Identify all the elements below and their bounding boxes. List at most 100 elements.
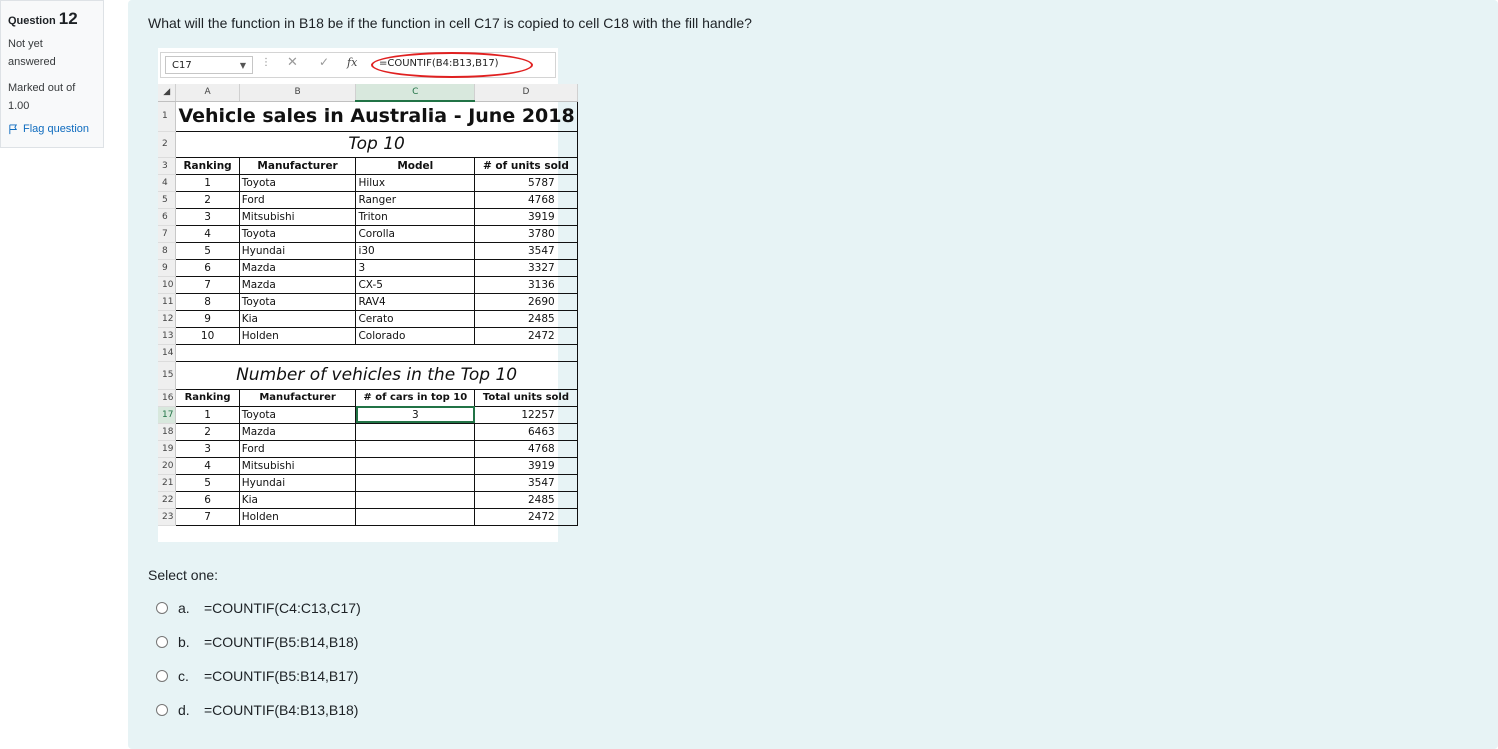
row-header: 23 xyxy=(158,508,177,526)
table-cell: 4 xyxy=(175,224,240,243)
table-cell: Ranger xyxy=(355,190,476,209)
table-row: 10 7 Mazda CX-5 3136 xyxy=(158,275,578,294)
question-label: Question xyxy=(8,15,56,27)
table-row: 23 7 Holden 2472 xyxy=(158,507,578,526)
select-all-corner: ◢ xyxy=(158,84,177,102)
table-cell xyxy=(355,507,476,526)
table-cell: Mitsubishi xyxy=(238,456,357,475)
option-c[interactable]: c. =COUNTIF(B5:B14,B17) xyxy=(156,668,358,684)
column-title: Manufacturer xyxy=(238,388,357,407)
row-header: 10 xyxy=(158,276,177,294)
table-cell: 5787 xyxy=(474,173,578,192)
spreadsheet-grid: ◢ A B C D 1 Vehicle sales in Australia -… xyxy=(158,84,578,526)
table-row: 15 Number of vehicles in the Top 10 xyxy=(158,360,578,390)
table-cell: Ford xyxy=(238,439,357,458)
table-row: 4 1 Toyota Hilux 5787 xyxy=(158,173,578,192)
table-cell: 3327 xyxy=(474,258,578,277)
table-row: 18 2 Mazda 6463 xyxy=(158,422,578,441)
table-cell: 3 xyxy=(355,258,476,277)
option-d[interactable]: d. =COUNTIF(B4:B13,B18) xyxy=(156,702,358,718)
flag-question-link[interactable]: Flag question xyxy=(8,123,96,135)
table-cell: 3919 xyxy=(474,207,578,226)
column-title: Model xyxy=(355,156,476,175)
table-cell xyxy=(355,473,476,492)
table-row: 22 6 Kia 2485 xyxy=(158,490,578,509)
excel-screenshot: C17 ▼ ⋮ ✕ ✓ fx =COUNTIF(B4:B13,B17) ◢ A B… xyxy=(158,48,578,542)
question-text: What will the function in B18 be if the … xyxy=(148,15,752,31)
row-header: 2 xyxy=(158,131,177,158)
table-cell: Cerato xyxy=(355,309,476,328)
option-b[interactable]: b. =COUNTIF(B5:B14,B18) xyxy=(156,634,358,650)
table-row: 6 3 Mitsubishi Triton 3919 xyxy=(158,207,578,226)
table-cell: 2485 xyxy=(474,490,578,509)
sheet-subtitle: Top 10 xyxy=(175,130,578,158)
table-cell xyxy=(355,439,476,458)
table-row: 13 10 Holden Colorado 2472 xyxy=(158,326,578,345)
radio-button[interactable] xyxy=(156,704,168,716)
option-a[interactable]: a. =COUNTIF(C4:C13,C17) xyxy=(156,600,361,616)
question-grade: Marked out of 1.00 xyxy=(8,79,96,115)
row-header: 11 xyxy=(158,293,177,311)
table-cell: 7 xyxy=(175,275,240,294)
table-cell: Holden xyxy=(238,507,357,526)
row-header: 5 xyxy=(158,191,177,209)
table-cell: 3 xyxy=(175,207,240,226)
top10-table-body: 4 1 Toyota Hilux 5787 5 2 Ford Ranger 4768 6 3 Mitsu… xyxy=(158,173,578,345)
column-title: # of units sold xyxy=(474,156,578,175)
table-cell: 3 xyxy=(355,405,476,424)
table-cell: 3780 xyxy=(474,224,578,243)
table-cell: RAV4 xyxy=(355,292,476,311)
table-cell: Hyundai xyxy=(238,473,357,492)
option-letter: a. xyxy=(178,600,190,616)
row-header: 7 xyxy=(158,225,177,243)
row-header: 19 xyxy=(158,440,177,458)
name-box: C17 ▼ xyxy=(165,56,253,74)
radio-button[interactable] xyxy=(156,670,168,682)
option-letter: d. xyxy=(178,702,190,718)
name-box-value: C17 xyxy=(172,60,192,71)
row-header: 16 xyxy=(158,389,177,407)
column-title: Manufacturer xyxy=(238,156,357,175)
table-cell: Toyota xyxy=(238,173,357,192)
column-header: A xyxy=(175,84,240,102)
table-cell: 9 xyxy=(175,309,240,328)
table-row: 16 Ranking Manufacturer # of cars in top… xyxy=(158,388,578,407)
table-cell: Corolla xyxy=(355,224,476,243)
row-header: 6 xyxy=(158,208,177,226)
table-cell: 2 xyxy=(175,422,240,441)
table-row: 7 4 Toyota Corolla 3780 xyxy=(158,224,578,243)
table-cell: 4768 xyxy=(474,190,578,209)
column-header: C xyxy=(355,84,476,102)
table-row: 17 1 Toyota 3 12257 xyxy=(158,405,578,424)
question-info-panel: Question 12 Not yet answered Marked out … xyxy=(0,0,104,148)
function-icon: fx xyxy=(347,56,358,69)
table-cell: 2472 xyxy=(474,507,578,526)
option-letter: c. xyxy=(178,668,189,684)
table-cell: 6 xyxy=(175,490,240,509)
check-icon: ✓ xyxy=(319,55,330,69)
radio-button[interactable] xyxy=(156,602,168,614)
table-cell: 7 xyxy=(175,507,240,526)
row-header: 15 xyxy=(158,361,177,390)
table-cell: 2472 xyxy=(474,326,578,345)
question-number: Question 12 xyxy=(8,9,96,29)
row-header: 8 xyxy=(158,242,177,260)
table-cell: 2690 xyxy=(474,292,578,311)
table-cell: 12257 xyxy=(474,405,578,424)
column-title: # of cars in top 10 xyxy=(355,388,476,407)
table-cell: Ford xyxy=(238,190,357,209)
table-cell: 6 xyxy=(175,258,240,277)
row-header: 22 xyxy=(158,491,177,509)
table-cell: Hyundai xyxy=(238,241,357,260)
table-cell: Triton xyxy=(355,207,476,226)
table-cell xyxy=(355,456,476,475)
table-row: 20 4 Mitsubishi 3919 xyxy=(158,456,578,475)
table-row: 2 Top 10 xyxy=(158,130,578,158)
radio-button[interactable] xyxy=(156,636,168,648)
flag-question-label: Flag question xyxy=(23,123,90,135)
grade-line-2: 1.00 xyxy=(8,100,30,112)
cancel-icon: ✕ xyxy=(287,55,298,70)
summary-table-body: 17 1 Toyota 3 12257 18 2 Mazda 6463 19 3 Ford 4768 20… xyxy=(158,405,578,526)
table-row: 11 8 Toyota RAV4 2690 xyxy=(158,292,578,311)
sheet-title: Vehicle sales in Australia - June 2018 xyxy=(175,100,578,132)
